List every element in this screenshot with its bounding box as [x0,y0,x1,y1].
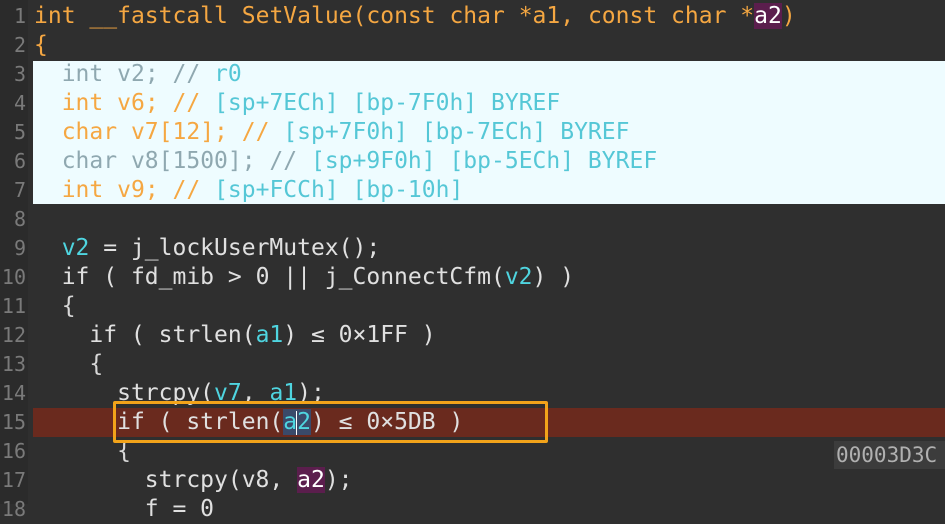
param-a1[interactable]: a1 [533,3,561,29]
code-line-17[interactable]: strcpy(v8, a2); [34,466,944,495]
line-number: 3 [13,62,26,86]
line-number: 14 [1,381,26,405]
line-number: 12 [1,323,26,347]
line-number: 16 [1,439,26,463]
code-text: f = 0 [144,496,215,522]
code-editor[interactable]: 1 2 3 4 5 6 7 8 9 10 11 12 13 14 15 16 1… [0,0,945,522]
param-decl-1: (const char * [352,3,533,29]
param-a2[interactable]: a2 [754,3,782,29]
line-number: 6 [13,149,26,173]
line-number: 15 [1,410,26,434]
code-text: ) ) [532,264,575,290]
local-rest: [12]; // [158,119,284,145]
line-number: 17 [1,468,26,492]
line-number: 11 [1,294,26,318]
local-type: int [61,90,104,116]
code-line-1[interactable]: int __fastcall SetValue(const char *a1, … [34,2,944,31]
line-number: 5 [13,120,26,144]
code-text: if ( fd_mib > 0 || j_ConnectCfm( [61,264,505,290]
code-line-13[interactable]: { [34,350,944,379]
var-ref[interactable]: v2 [62,235,90,261]
return-type: int [34,3,76,29]
local-name[interactable]: v7 [131,119,159,145]
local-comment: [sp+9F0h] [bp-5ECh] BYREF [310,148,658,174]
local-name[interactable]: v2 [117,61,145,87]
code-text: if ( strlen( [89,322,256,348]
code-line-10[interactable]: if ( fd_mib > 0 || j_ConnectCfm(v2) ) [34,263,944,292]
var-ref-a2[interactable]: a2 [297,467,325,493]
local-type: char [61,148,118,174]
line-number: 13 [1,352,26,376]
local-comment: r0 [214,61,242,87]
code-text: strcpy(v8, [144,467,298,493]
line-number: 9 [13,236,26,260]
code-line-5[interactable]: char v7[12]; // [sp+7F0h] [bp-7ECh] BYRE… [34,118,944,147]
local-type: int [61,177,104,203]
code-line-3[interactable]: int v2; // r0 [34,60,944,89]
line-number: 1 [13,4,26,28]
code-text: { [89,351,104,377]
calling-convention: __fastcall [89,3,228,29]
code-line-18[interactable]: f = 0 [34,495,944,524]
local-rest: ; // [144,90,215,116]
local-comment: [sp+7F0h] [bp-7ECh] BYREF [283,119,630,145]
function-name[interactable]: SetValue [242,3,353,29]
code-text: ); [324,467,353,493]
line-number: 8 [13,207,26,231]
var-ref[interactable]: v2 [505,264,533,290]
code-line-9[interactable]: v2 = j_lockUserMutex(); [34,234,944,263]
line-number: 7 [13,178,26,202]
address-tooltip: 00003D3C [834,441,945,469]
code-line-12[interactable]: if ( strlen(a1) ≤ 0×1FF ) [34,321,944,350]
code-line-2[interactable]: { [34,31,944,60]
code-line-4[interactable]: int v6; // [sp+7ECh] [bp-7F0h] BYREF [34,89,944,118]
local-rest: [1500]; // [158,148,311,174]
line-number: 4 [13,91,26,115]
local-rest: ; // [144,61,215,87]
code-text: { [61,293,76,319]
local-type: char [61,119,118,145]
var-ref[interactable]: a1 [256,322,284,348]
local-name[interactable]: v6 [117,90,145,116]
line-number: 2 [13,33,26,57]
local-type: int [61,61,104,87]
code-text: = j_lockUserMutex(); [89,235,381,261]
code-line-7[interactable]: int v9; // [sp+FCCh] [bp-10h] [34,176,944,205]
code-text: ) ≤ 0×1FF ) [283,322,436,348]
local-rest: ; // [144,177,215,203]
code-line-6[interactable]: char v8[1500]; // [sp+9F0h] [bp-5ECh] BY… [34,147,944,176]
line-number-gutter: 1 2 3 4 5 6 7 8 9 10 11 12 13 14 15 16 1… [0,0,28,521]
code-line-11[interactable]: { [34,292,944,321]
line-number: 10 [1,265,26,289]
signature-close: ) [781,3,796,29]
local-name[interactable]: v8 [131,148,159,174]
local-comment: [sp+FCCh] [bp-10h] [214,177,464,203]
local-comment: [sp+7ECh] [bp-7F0h] BYREF [214,90,561,116]
annotation-box [113,401,548,443]
param-decl-2: , const char * [560,3,755,29]
line-number: 18 [1,497,26,521]
local-name[interactable]: v9 [117,177,145,203]
